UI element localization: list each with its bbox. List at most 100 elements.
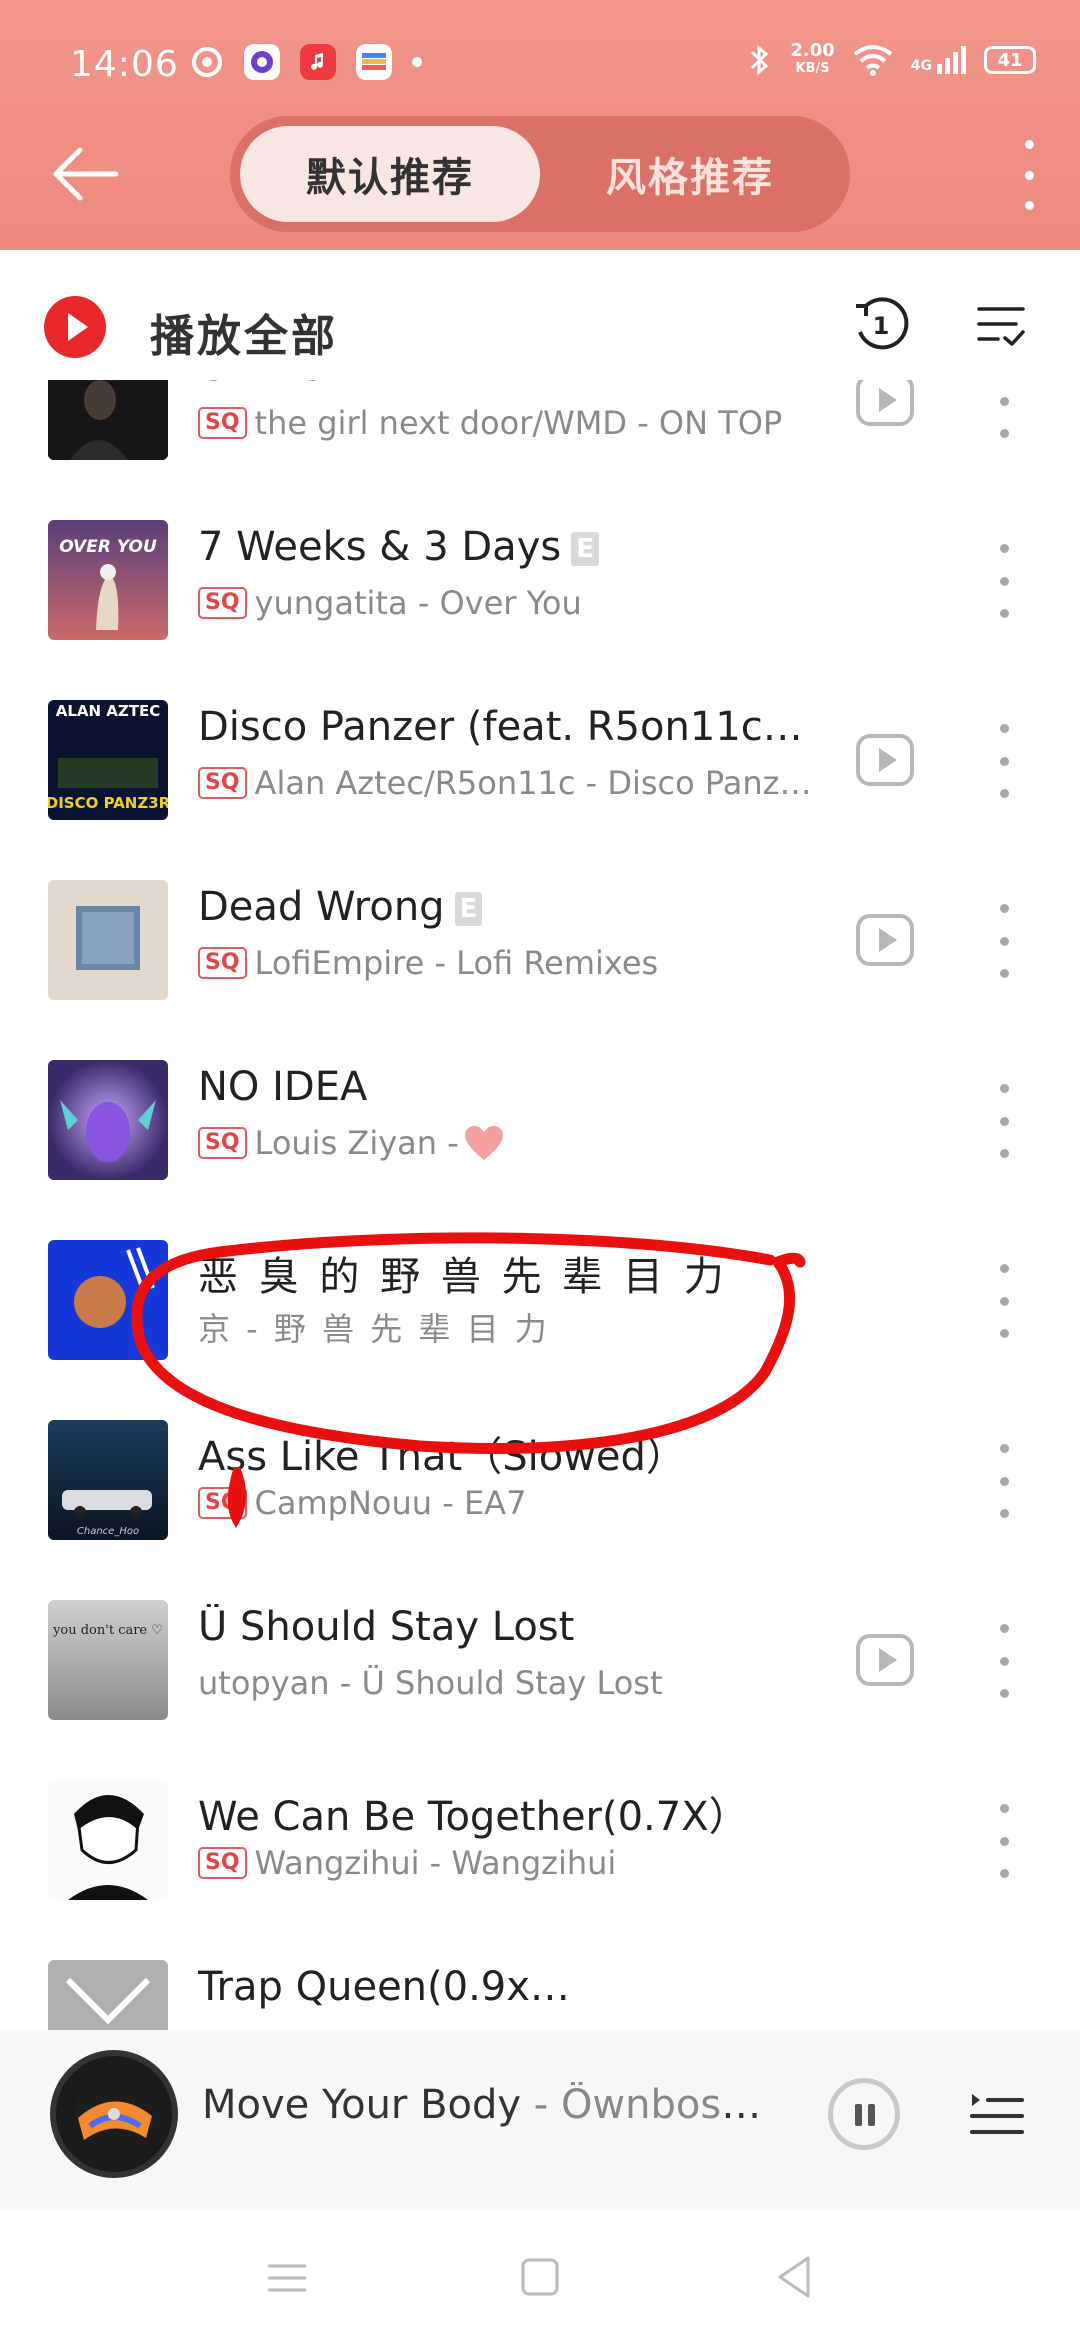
song-more-icon[interactable] [994,1264,1014,1338]
song-row[interactable]: Dead Wrong E SQ LofiEmpire - Lofi Remixes [0,862,1080,1042]
song-subtitle: SQ LofiEmpire - Lofi Remixes [198,944,658,982]
song-row[interactable]: 恶 臭 的 野 兽 先 辈 目 力 京 - 野 兽 先 辈 目 力 [0,1222,1080,1402]
album-cover: ALAN AZTEC DISCO PANZ3R [48,700,168,820]
svg-text:you don't care ♡: you don't care ♡ [52,1623,163,1638]
svg-text:Chance_Hoo: Chance_Hoo [77,1526,139,1537]
song-row[interactable]: ON TOP SQthe girl next door/WMD - ON TOP [0,380,1080,502]
multi-select-icon[interactable] [976,304,1026,350]
battery-indicator: 41 [984,46,1036,74]
svg-text:OVER YOU: OVER YOU [59,537,157,557]
sq-badge: SQ [198,1127,247,1159]
notification-icons [190,44,422,80]
music-app-icon [300,44,336,80]
bluetooth-icon [751,44,769,76]
song-subtitle: SQ Alan Aztec/R5on11c - Disco Panz… [198,764,811,802]
song-row[interactable]: NO IDEA SQ Louis Ziyan - [0,1042,1080,1222]
back-nav-icon[interactable] [770,2252,820,2302]
mini-player[interactable]: Move Your Body - Öwnboss… [0,2030,1080,2210]
song-row[interactable]: ALAN AZTEC DISCO PANZ3R Disco Panzer (fea… [0,682,1080,862]
cellular-signal: 4G [911,46,966,74]
mv-play-icon[interactable] [856,734,914,786]
song-subtitle: SQ CampNouu - EA7 [198,1484,526,1522]
song-row[interactable]: you don't care ♡ Ü Should Stay Lost utop… [0,1582,1080,1762]
song-title: Dead Wrong E [198,884,483,930]
mv-play-icon[interactable] [856,380,914,426]
more-notifications-dot [412,57,422,67]
explicit-badge: E [454,892,483,926]
header-bar: 14:06 2.00 KB/S 4G 41 默认推荐 风格推荐 [0,0,1080,250]
svg-text:1: 1 [873,312,890,340]
net-speed: 2.00 KB/S [790,40,835,77]
song-subtitle: SQ Wangzihui - Wangzihui [198,1844,616,1882]
play-all-button[interactable] [44,296,106,358]
song-title: Ü Should Stay Lost [198,1604,575,1650]
album-cover [48,1960,168,2040]
song-more-icon[interactable] [994,1804,1014,1878]
pause-button[interactable] [828,2078,900,2150]
browser-app-icon [244,44,280,80]
now-playing-cover[interactable] [50,2050,178,2178]
song-title: Ass Like That（Slowed） [198,1434,686,1480]
play-all-label[interactable]: 播放全部 [150,300,338,364]
sq-badge: SQ [198,1847,247,1879]
home-icon[interactable] [515,2252,565,2302]
song-row[interactable]: We Can Be Together(0.7X） SQ Wangzihui - W… [0,1762,1080,1942]
wallet-app-icon [356,44,392,80]
heart-icon [464,1126,503,1160]
song-title: Disco Panzer (feat. R5on11c)… [198,704,818,750]
song-subtitle: SQ Louis Ziyan - [198,1124,505,1162]
sq-badge: SQ [198,407,247,439]
song-row[interactable]: Trap Queen(0.9x… [0,1942,1080,2040]
song-more-icon[interactable] [994,904,1014,978]
song-more-icon[interactable] [994,380,1014,438]
sq-badge: SQ [198,767,247,799]
album-cover [48,380,168,460]
sq-badge: SQ [198,1487,247,1519]
playlist-queue-icon[interactable] [968,2082,1026,2140]
song-list: ON TOP SQthe girl next door/WMD - ON TOP… [0,380,1080,2040]
song-more-icon[interactable] [994,1084,1014,1158]
repeat-one-icon[interactable]: 1 [852,296,910,354]
album-cover: OVER YOU [48,520,168,640]
tab-default-recommend[interactable]: 默认推荐 [240,126,540,222]
song-title: 恶 臭 的 野 兽 先 辈 目 力 [198,1254,728,1300]
song-row[interactable]: OVER YOU 7 Weeks & 3 Days E SQ yungatita -… [0,502,1080,682]
album-cover [48,1780,168,1900]
song-more-icon[interactable] [994,1444,1014,1518]
song-subtitle: 京 - 野 兽 先 辈 目 力 [198,1310,550,1348]
song-title: We Can Be Together(0.7X） [198,1794,749,1840]
play-all-bar: 播放全部 1 [0,260,1080,390]
album-cover: you don't care ♡ [48,1600,168,1720]
explicit-badge: E [571,532,599,566]
status-bar: 14:06 2.00 KB/S 4G 41 [0,0,1080,130]
song-title: 7 Weeks & 3 Days E [198,524,599,570]
song-row[interactable]: Chance_Hoo Ass Like That（Slowed） SQ CampN… [0,1402,1080,1582]
song-more-icon[interactable] [994,724,1014,798]
album-cover: Chance_Hoo [48,1420,168,1540]
song-title: ON TOP [198,380,352,390]
mv-play-icon[interactable] [856,914,914,966]
song-subtitle: SQ yungatita - Over You [198,584,582,622]
system-nav-bar [0,2210,1080,2340]
svg-text:DISCO PANZ3R: DISCO PANZ3R [48,794,168,812]
svg-text:ALAN AZTEC: ALAN AZTEC [56,702,161,720]
song-title: Trap Queen(0.9x… [198,1964,570,2010]
wifi-icon [853,45,892,76]
sq-badge: SQ [198,947,247,979]
back-arrow-icon[interactable] [50,144,120,204]
album-cover [48,880,168,1000]
album-cover [48,1240,168,1360]
swirl-app-icon [192,47,222,77]
recent-apps-icon[interactable] [262,2252,312,2302]
album-cover [48,1060,168,1180]
song-more-icon[interactable] [994,544,1014,618]
system-status-icons: 2.00 KB/S 4G 41 [748,42,1036,78]
song-more-icon[interactable] [994,1624,1014,1698]
now-playing-text[interactable]: Move Your Body - Öwnboss… [202,2082,772,2128]
mv-play-icon[interactable] [856,1634,914,1686]
recommend-tabs: 默认推荐 风格推荐 [230,116,850,232]
song-title: NO IDEA [198,1064,368,1110]
song-subtitle: SQ the girl next door/WMD - ON TOP [198,404,782,442]
tab-style-recommend[interactable]: 风格推荐 [540,126,840,222]
more-options-icon[interactable] [1014,140,1044,210]
